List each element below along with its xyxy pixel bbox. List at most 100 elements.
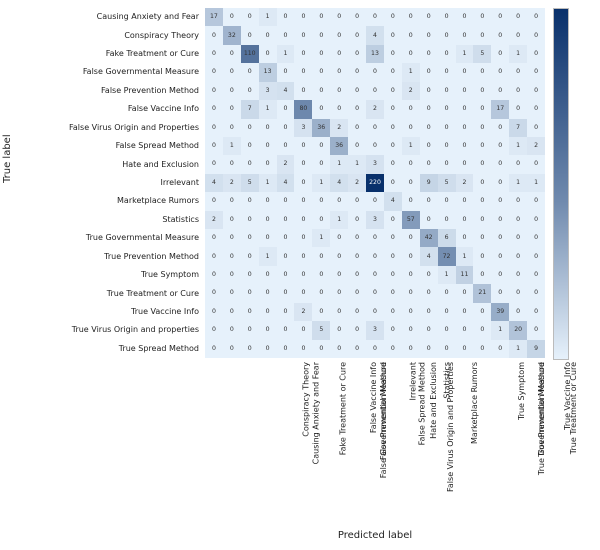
x-axis-title: Predicted label [205, 530, 545, 541]
heatmap-cell: 0 [294, 266, 312, 284]
heatmap-cell: 0 [277, 340, 295, 358]
heatmap-cell: 0 [384, 247, 402, 265]
heatmap-cell: 42 [420, 229, 438, 247]
heatmap-cell: 0 [438, 8, 456, 26]
heatmap-cell: 3 [366, 321, 384, 339]
heatmap-cell: 0 [473, 192, 491, 210]
heatmap-cell: 0 [294, 63, 312, 81]
heatmap-cell: 0 [241, 284, 259, 302]
heatmap-cell: 36 [312, 119, 330, 137]
heatmap-cell: 0 [527, 45, 545, 63]
heatmap-cell: 0 [456, 229, 474, 247]
heatmap-cell: 0 [491, 45, 509, 63]
heatmap-cell: 0 [366, 340, 384, 358]
heatmap-cell: 4 [384, 192, 402, 210]
heatmap-cell: 0 [330, 82, 348, 100]
heatmap-cell: 1 [277, 45, 295, 63]
heatmap-cell: 0 [277, 284, 295, 302]
heatmap-cell: 0 [223, 321, 241, 339]
heatmap-cell: 0 [438, 155, 456, 173]
heatmap-cell: 0 [277, 26, 295, 44]
y-tick-labels: Causing Anxiety and FearConspiracy Theor… [0, 8, 203, 358]
heatmap-cell: 0 [384, 26, 402, 44]
heatmap-cell: 0 [294, 211, 312, 229]
heatmap-cell: 0 [312, 45, 330, 63]
heatmap-cell: 1 [402, 63, 420, 81]
heatmap-cell: 2 [402, 82, 420, 100]
heatmap-cell: 1 [259, 174, 277, 192]
heatmap-cell: 11 [456, 266, 474, 284]
heatmap-cell: 0 [527, 8, 545, 26]
heatmap-cell: 0 [420, 321, 438, 339]
heatmap-cell: 0 [348, 247, 366, 265]
heatmap-cell: 5 [312, 321, 330, 339]
heatmap-cell: 2 [527, 137, 545, 155]
heatmap-cell: 0 [473, 63, 491, 81]
heatmap-cell: 4 [366, 26, 384, 44]
heatmap-cell: 0 [527, 100, 545, 118]
y-tick-label: False Virus Origin and Properties [0, 124, 199, 132]
heatmap-cell: 0 [366, 82, 384, 100]
heatmap-cell: 0 [527, 119, 545, 137]
heatmap-cell: 0 [241, 26, 259, 44]
heatmap-cell: 0 [205, 303, 223, 321]
heatmap-cell: 2 [205, 211, 223, 229]
y-tick-label: Causing Anxiety and Fear [0, 13, 199, 21]
heatmap-cell: 0 [330, 63, 348, 81]
heatmap-cell: 0 [277, 137, 295, 155]
y-tick-label: False Spread Method [0, 142, 199, 150]
heatmap-cell: 0 [456, 321, 474, 339]
heatmap-cell: 0 [330, 229, 348, 247]
heatmap-cell: 0 [330, 8, 348, 26]
heatmap-cell: 0 [312, 82, 330, 100]
heatmap-cell: 1 [330, 155, 348, 173]
heatmap-cell: 0 [420, 119, 438, 137]
heatmap-cell: 0 [366, 266, 384, 284]
heatmap-cell: 0 [241, 303, 259, 321]
heatmap-cell: 0 [456, 340, 474, 358]
heatmap-cell: 0 [384, 211, 402, 229]
heatmap-cell: 0 [438, 192, 456, 210]
y-tick-label: False Prevention Method [0, 87, 199, 95]
heatmap-cell: 0 [330, 284, 348, 302]
y-tick-label: False Governmental Measure [0, 68, 199, 76]
heatmap-cell: 1 [312, 174, 330, 192]
heatmap-cell: 72 [438, 247, 456, 265]
heatmap-cell: 0 [491, 26, 509, 44]
heatmap-cell: 0 [259, 321, 277, 339]
heatmap-cell: 0 [241, 247, 259, 265]
heatmap-cell: 0 [438, 303, 456, 321]
heatmap-cell: 0 [312, 26, 330, 44]
heatmap-cell: 3 [366, 155, 384, 173]
heatmap-cell: 0 [259, 137, 277, 155]
heatmap-cell: 39 [491, 303, 509, 321]
heatmap-cell: 0 [259, 284, 277, 302]
heatmap-cell: 0 [348, 100, 366, 118]
heatmap-cell: 0 [366, 63, 384, 81]
heatmap-cell: 0 [223, 45, 241, 63]
heatmap-cell: 0 [259, 211, 277, 229]
heatmap-cell: 0 [438, 340, 456, 358]
heatmap-cell: 0 [509, 63, 527, 81]
heatmap-cell: 0 [241, 229, 259, 247]
heatmap-cell: 3 [259, 82, 277, 100]
heatmap-cell: 0 [312, 100, 330, 118]
heatmap-cell: 0 [348, 8, 366, 26]
heatmap-cell: 4 [330, 174, 348, 192]
heatmap-cell: 1 [259, 8, 277, 26]
heatmap-cell: 0 [277, 119, 295, 137]
y-axis-title: True label [2, 134, 13, 183]
heatmap-cell: 0 [402, 266, 420, 284]
heatmap-cell: 0 [491, 229, 509, 247]
x-tick-labels: Causing Anxiety and FearConspiracy Theor… [205, 360, 545, 510]
heatmap-cell: 0 [473, 303, 491, 321]
y-tick-label: Marketplace Rumors [0, 197, 199, 205]
heatmap-cell: 0 [294, 26, 312, 44]
heatmap-cell: 9 [527, 340, 545, 358]
colorbar [553, 8, 569, 360]
heatmap-cell: 0 [223, 247, 241, 265]
heatmap-cell: 0 [509, 26, 527, 44]
heatmap-cell: 0 [259, 266, 277, 284]
heatmap-cell: 0 [241, 340, 259, 358]
heatmap-cell: 0 [205, 45, 223, 63]
